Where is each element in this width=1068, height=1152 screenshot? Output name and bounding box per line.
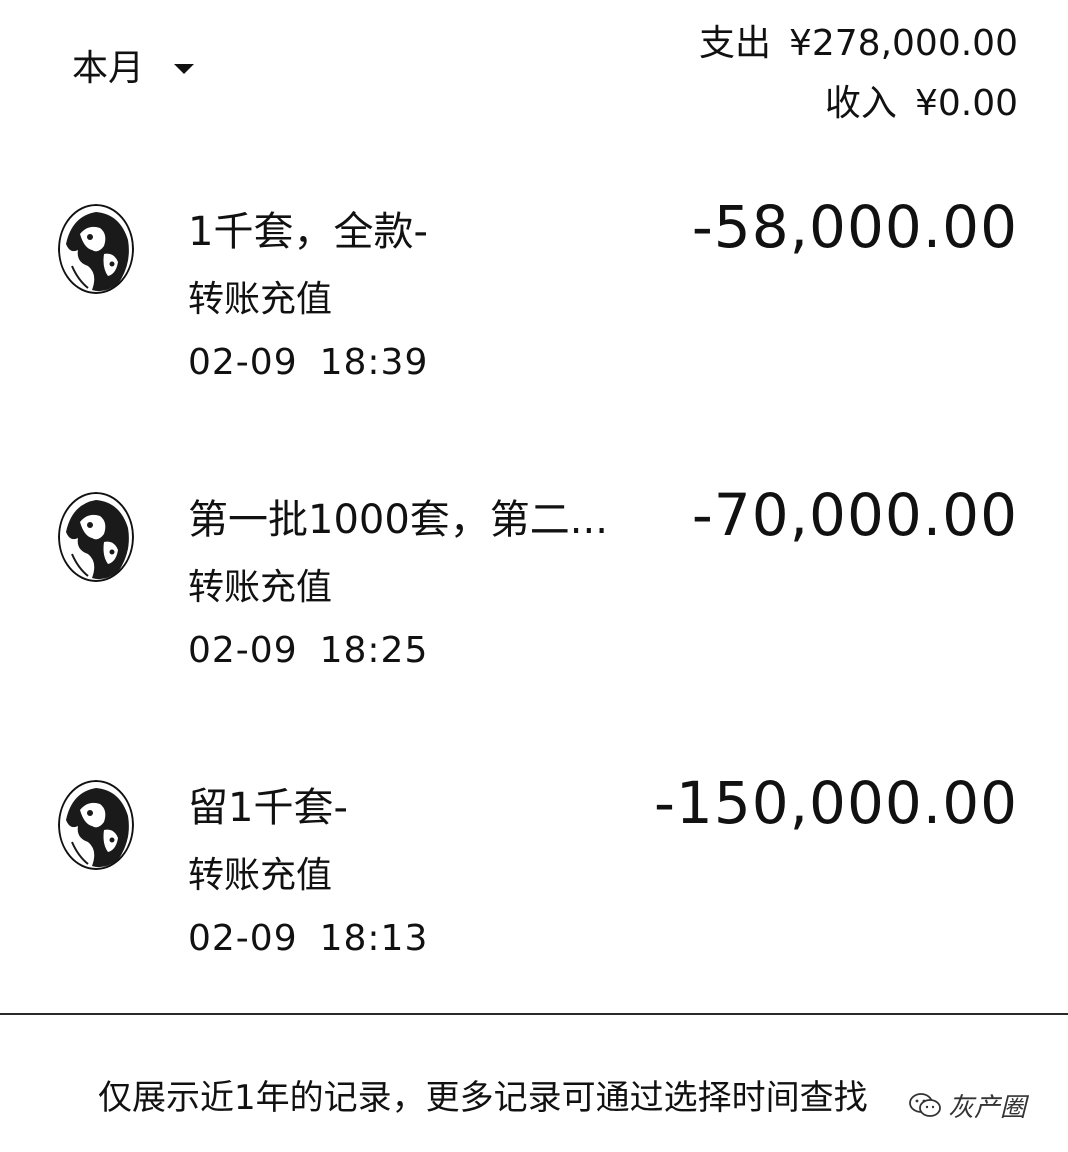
transaction-date: 02-09 (188, 630, 298, 671)
transaction-amount: -150,000.00 (653, 769, 1018, 837)
expense-summary: 支出 ¥278,000.00 (699, 14, 1018, 74)
divider (0, 1013, 1068, 1015)
period-label: 本月 (72, 48, 145, 89)
transaction-row[interactable]: 第一批1000套，第二... -70,000.00 转账充值 02-09 18:2… (0, 480, 1068, 768)
transaction-date: 02-09 (188, 342, 298, 383)
expense-total: ¥278,000.00 (788, 23, 1018, 64)
avatar-image (58, 780, 134, 870)
period-filter-dropdown[interactable]: 本月 (72, 44, 195, 94)
watermark-text: 灰产圈 (947, 1092, 1026, 1123)
avatar (58, 780, 134, 870)
watermark: 灰产圈 (899, 1080, 1034, 1130)
transaction-time: 18:39 (319, 342, 429, 383)
transaction-amount: -58,000.00 (691, 193, 1018, 261)
income-summary: 收入 ¥0.00 (699, 74, 1018, 134)
transaction-time: 18:25 (319, 630, 429, 671)
transaction-time: 18:13 (319, 918, 429, 959)
transaction-type: 转账充值 (188, 279, 333, 320)
transaction-title: 留1千套- (188, 785, 348, 831)
transaction-date: 02-09 (188, 918, 298, 959)
transaction-type: 转账充值 (188, 855, 333, 896)
transaction-amount: -70,000.00 (691, 481, 1018, 549)
avatar (58, 492, 134, 582)
income-label: 收入 (824, 83, 897, 124)
avatar-image (58, 492, 134, 582)
income-total: ¥0.00 (914, 83, 1018, 124)
transaction-title: 1千套，全款- (188, 209, 428, 255)
caret-down-icon (174, 64, 195, 74)
expense-label: 支出 (698, 23, 771, 64)
transaction-list: 1千套，全款- -58,000.00 转账充值 02-09 18:39 第一批10… (0, 192, 1068, 1056)
history-range-note: 仅展示近1年的记录，更多记录可通过选择时间查找 (98, 1078, 868, 1118)
monthly-summary: 支出 ¥278,000.00 收入 ¥0.00 (699, 14, 1018, 134)
wechat-icon (909, 1093, 941, 1117)
transaction-timestamp: 02-09 18:13 (188, 911, 428, 967)
transaction-type: 转账充值 (188, 567, 333, 608)
transaction-timestamp: 02-09 18:39 (188, 335, 428, 391)
transaction-title: 第一批1000套，第二... (188, 497, 608, 543)
avatar-image (58, 204, 134, 294)
avatar (58, 204, 134, 294)
transaction-row[interactable]: 1千套，全款- -58,000.00 转账充值 02-09 18:39 (0, 192, 1068, 480)
transaction-timestamp: 02-09 18:25 (188, 623, 428, 679)
